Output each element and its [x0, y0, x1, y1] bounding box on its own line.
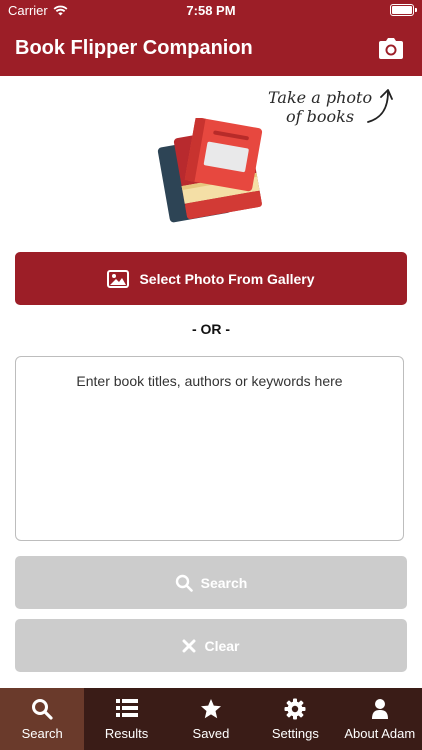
tab-label: Saved — [192, 726, 230, 741]
camera-button[interactable] — [378, 37, 404, 61]
clear-button[interactable]: Clear — [15, 619, 407, 672]
tab-search[interactable]: Search — [0, 688, 85, 750]
or-separator: - OR - — [191, 321, 231, 337]
status-time: 7:58 PM — [186, 3, 236, 18]
search-query-field[interactable] — [15, 356, 404, 541]
list-icon — [115, 699, 138, 717]
tab-bar: Search Results Saved Settings About Adam — [0, 688, 422, 750]
hint-line-1: Take a photo — [268, 88, 373, 107]
select-gallery-label: Select Photo From Gallery — [139, 270, 315, 287]
photo-hint: Take a photo of books — [262, 86, 402, 132]
hint-line-2: of books — [286, 107, 355, 126]
tab-about-adam[interactable]: About Adam — [338, 688, 422, 750]
select-gallery-button[interactable]: Select Photo From Gallery — [15, 252, 407, 305]
books-illustration — [157, 118, 263, 223]
clear-button-label: Clear — [204, 637, 240, 654]
search-icon — [175, 574, 193, 592]
gear-icon — [284, 698, 306, 720]
tab-label: Settings — [271, 726, 319, 741]
camera-icon — [379, 38, 403, 59]
tab-settings[interactable]: Settings — [253, 688, 337, 750]
image-icon — [107, 269, 130, 288]
search-button-label: Search — [200, 574, 248, 591]
close-icon — [182, 639, 196, 652]
star-icon — [200, 699, 221, 719]
tab-label: Results — [104, 726, 149, 741]
status-bar: Carrier 7:58 PM — [0, 0, 422, 21]
tab-label: Search — [21, 726, 63, 741]
nav-bar: Book Flipper Companion — [0, 21, 422, 76]
search-button[interactable]: Search — [15, 556, 407, 609]
person-icon — [371, 699, 388, 719]
tab-label: About Adam — [344, 726, 416, 741]
arrow-icon — [367, 89, 393, 123]
search-icon — [32, 699, 53, 720]
page-title: Book Flipper Companion — [15, 37, 253, 59]
tab-results[interactable]: Results — [84, 688, 168, 750]
tab-saved[interactable]: Saved — [169, 688, 253, 750]
battery-icon — [390, 4, 417, 16]
